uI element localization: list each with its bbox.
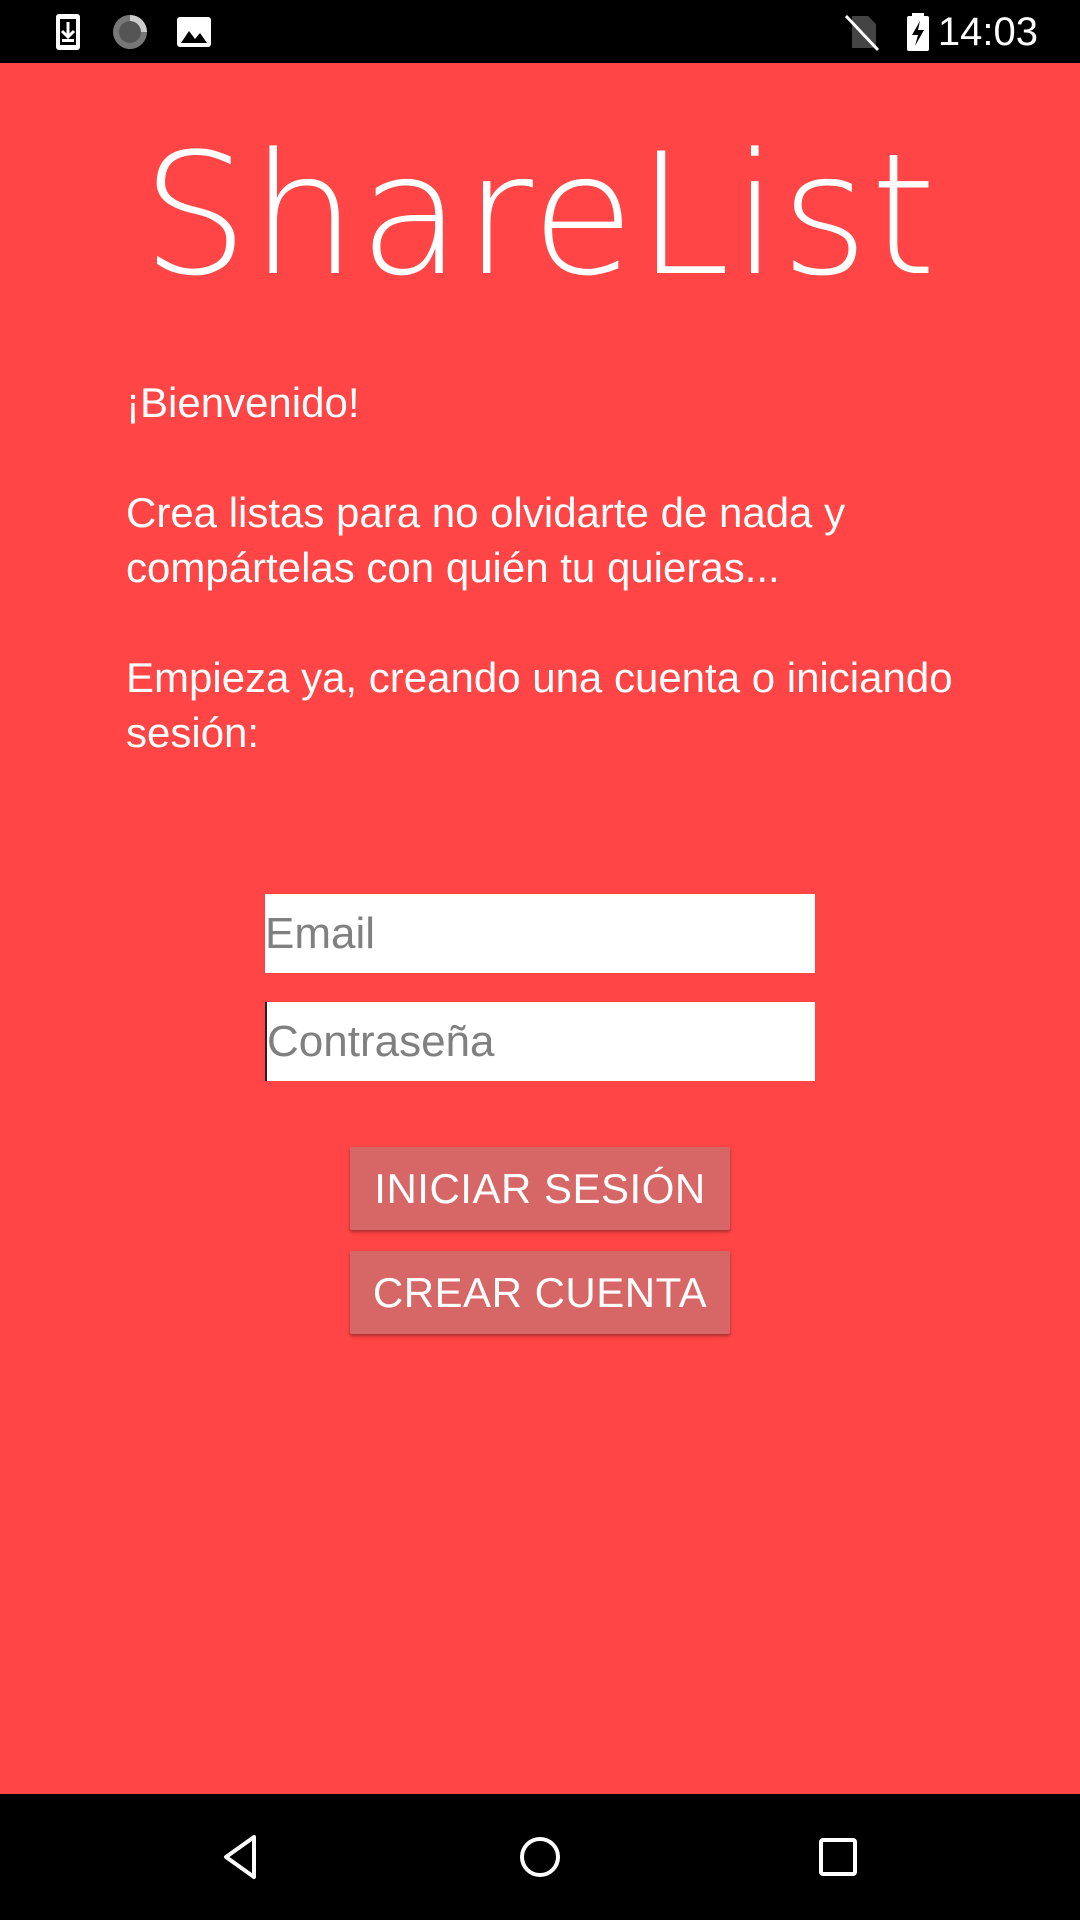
intro-text: ¡Bienvenido! Crea listas para no olvidar… bbox=[126, 375, 966, 815]
app-logo: ShareList bbox=[141, 117, 939, 313]
welcome-text: ¡Bienvenido! bbox=[126, 379, 360, 426]
recents-icon[interactable] bbox=[803, 1822, 873, 1892]
battery-charging-icon bbox=[907, 13, 929, 51]
loading-spinner-icon bbox=[113, 15, 147, 49]
password-field[interactable] bbox=[265, 1002, 815, 1081]
screen: 14:03 ShareList ¡Bienvenido! Crea listas… bbox=[0, 0, 1080, 1920]
home-icon[interactable] bbox=[505, 1822, 575, 1892]
email-field[interactable] bbox=[265, 894, 815, 973]
image-icon bbox=[177, 17, 211, 47]
status-time: 14:03 bbox=[937, 10, 1038, 54]
call-to-action-text: Empieza ya, creando una cuenta o inician… bbox=[126, 654, 953, 756]
description-text: Crea listas para no olvidarte de nada y … bbox=[126, 489, 846, 591]
back-icon[interactable] bbox=[206, 1822, 276, 1892]
login-button[interactable]: INICIAR SESIÓN bbox=[350, 1147, 730, 1230]
status-bar: 14:03 bbox=[0, 0, 1080, 63]
create-account-button[interactable]: CREAR CUENTA bbox=[350, 1251, 730, 1334]
no-sim-icon bbox=[844, 14, 880, 52]
navigation-bar bbox=[0, 1794, 1080, 1920]
download-icon bbox=[56, 14, 80, 50]
login-screen: ShareList ¡Bienvenido! Crea listas para … bbox=[0, 63, 1080, 1794]
